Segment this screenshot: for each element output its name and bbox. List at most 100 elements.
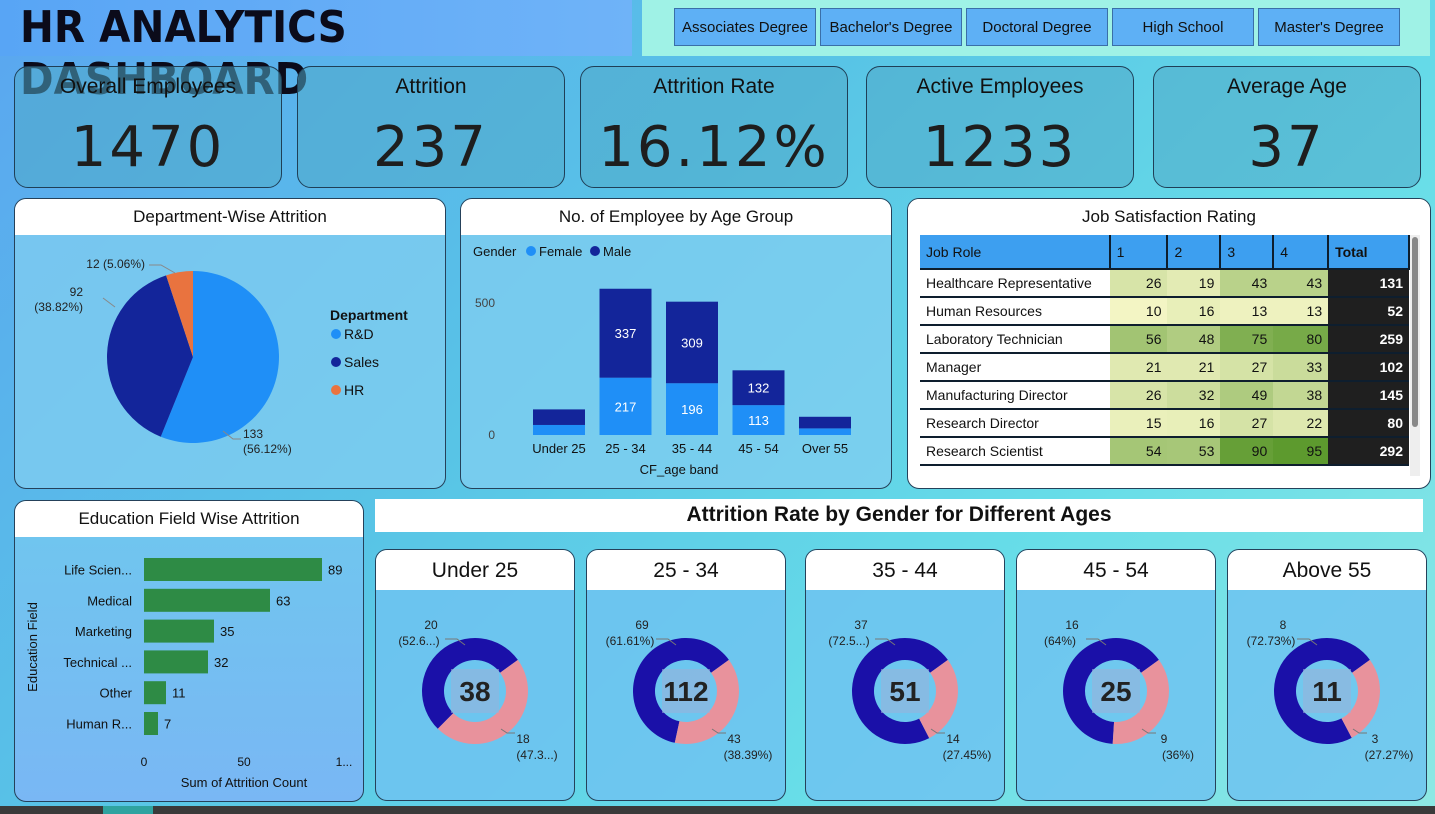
y-tick: Other [99, 686, 132, 701]
bar[interactable] [144, 650, 208, 674]
bar-data-label: 337 [615, 326, 637, 341]
kpi-overall-employees: Overall Employees 1470 [14, 66, 282, 188]
kpi-value: 237 [373, 115, 489, 180]
cell-rating-count: 54 [1109, 437, 1168, 465]
kpi-label: Attrition [395, 75, 467, 98]
bar[interactable] [144, 558, 322, 581]
bar-data-label: 11 [172, 686, 186, 701]
table-row[interactable]: Research Scientist 54 53 90 95 292 [920, 437, 1409, 465]
donut-female-label: 9 (36%) [1161, 732, 1194, 762]
filter-bachelors-degree[interactable]: Bachelor's Degree [820, 8, 962, 46]
donut-male-label: 69 (61.61%) [606, 618, 655, 648]
table-row[interactable]: Human Resources 10 16 13 13 52 [920, 297, 1409, 325]
bar-segment[interactable] [533, 409, 585, 425]
column-header[interactable]: 1 [1109, 235, 1169, 269]
donut-center-total: 38 [459, 676, 490, 707]
filter-high-school[interactable]: High School [1112, 8, 1254, 46]
cell-rating-count: 16 [1167, 409, 1221, 437]
bar-data-label: 196 [681, 402, 703, 417]
cell-rating-count: 43 [1220, 269, 1274, 297]
x-tick: 1... [336, 755, 353, 769]
cell-rating-count: 13 [1273, 297, 1329, 325]
cell-total: 102 [1328, 353, 1409, 381]
table-row[interactable]: Research Director 15 16 27 22 80 [920, 409, 1409, 437]
filter-masters-degree[interactable]: Master's Degree [1258, 8, 1400, 46]
cell-rating-count: 16 [1167, 297, 1221, 325]
cell-rating-count: 26 [1109, 269, 1168, 297]
department-pie-chart: 133 (56.12%) 92 (38.82%)12 (5.06%) Departme… [34, 257, 408, 456]
job-satisfaction-table-container: Job Role 1 2 3 4 Total Healthcare Representati… [920, 235, 1410, 476]
legend-marker [590, 246, 600, 256]
kpi-label: Attrition Rate [653, 75, 775, 98]
bar[interactable] [144, 588, 270, 612]
table-row[interactable]: Manager 21 21 27 33 102 [920, 353, 1409, 381]
bar[interactable] [144, 712, 158, 735]
cell-rating-count: 95 [1273, 437, 1329, 465]
education-bar-chart: 89 Life Scien... 63 Medical 35 Marketing 32 Tec… [25, 558, 353, 790]
bar-data-label: 309 [681, 335, 703, 350]
filter-doctoral-degree[interactable]: Doctoral Degree [966, 8, 1108, 46]
column-header[interactable]: 4 [1273, 235, 1330, 269]
donut-female-label: 43 (38.39%) [724, 732, 773, 762]
donut-center-total: 25 [1100, 676, 1131, 707]
x-tick: 50 [237, 755, 251, 769]
page-footer-bar [0, 806, 1435, 814]
kpi-attrition: Attrition 237 [297, 66, 565, 188]
y-tick: Technical ... [63, 655, 132, 670]
donut-card-above-55: Above 55 11 8 (72.73%) 3 (27.27%) [1227, 549, 1427, 801]
cell-job-role: Manager [920, 353, 1110, 381]
cell-job-role: Research Director [920, 409, 1110, 437]
cell-rating-count: 26 [1109, 381, 1168, 409]
education-filter-panel: Associates Degree Bachelor's Degree Doct… [642, 0, 1430, 56]
legend-item: Male [603, 244, 631, 259]
bar[interactable] [144, 681, 166, 705]
column-header[interactable]: Job Role [920, 235, 1111, 269]
filter-associates-degree[interactable]: Associates Degree [674, 8, 816, 46]
page-tab[interactable] [103, 806, 153, 814]
bar-data-label: 7 [164, 717, 171, 732]
legend-marker [526, 246, 536, 256]
cell-rating-count: 75 [1220, 325, 1274, 353]
x-axis-label: Sum of Attrition Count [181, 775, 308, 790]
column-header[interactable]: 2 [1167, 235, 1222, 269]
cell-rating-count: 33 [1273, 353, 1329, 381]
donut-male-label: 16 (64%) [1044, 618, 1079, 648]
cell-rating-count: 43 [1273, 269, 1329, 297]
bar-data-label: 89 [328, 563, 342, 578]
job-satisfaction-card: Job Satisfaction Rating Job Role 1 2 3 4 Tota… [907, 198, 1431, 489]
education-field-card: Education Field Wise Attrition 89 Life Sc… [14, 500, 364, 802]
table-row[interactable]: Laboratory Technician 56 48 75 80 259 [920, 325, 1409, 353]
cell-job-role: Manufacturing Director [920, 381, 1110, 409]
legend-marker [331, 329, 341, 339]
job-satisfaction-table: Job Role 1 2 3 4 Total Healthcare Representati… [920, 235, 1410, 466]
pie-data-label: 133 (56.12%) [243, 427, 292, 456]
scrollbar-thumb[interactable] [1412, 237, 1418, 427]
y-tick: Marketing [75, 624, 132, 639]
bar[interactable] [144, 619, 214, 643]
cell-total: 80 [1328, 409, 1409, 437]
bar-segment[interactable] [799, 416, 851, 429]
y-tick: Life Scien... [64, 563, 132, 578]
cell-total: 52 [1328, 297, 1409, 325]
scrollbar[interactable] [1410, 235, 1420, 476]
y-tick: 500 [475, 296, 495, 310]
column-header[interactable]: Total [1328, 235, 1410, 269]
y-axis-label: Education Field [25, 602, 40, 692]
kpi-value: 1233 [922, 115, 1078, 180]
table-row[interactable]: Manufacturing Director 26 32 49 38 145 [920, 381, 1409, 409]
bar-segment[interactable] [799, 428, 851, 435]
cell-job-role: Human Resources [920, 297, 1110, 325]
donut-center-total: 11 [1312, 676, 1342, 707]
table-row[interactable]: Healthcare Representative 26 19 43 43 131 [920, 269, 1409, 297]
legend-title: Department [330, 307, 408, 323]
cell-rating-count: 56 [1109, 325, 1168, 353]
donut-center-total: 51 [889, 676, 920, 707]
kpi-average-age: Average Age 37 [1153, 66, 1421, 188]
bar-segment[interactable] [533, 424, 585, 435]
card-title: Job Satisfaction Rating [908, 199, 1430, 235]
column-header[interactable]: 3 [1220, 235, 1275, 269]
cell-rating-count: 48 [1167, 325, 1221, 353]
cell-rating-count: 10 [1109, 297, 1168, 325]
x-tick: Under 25 [532, 441, 585, 456]
leader-line [149, 264, 176, 274]
